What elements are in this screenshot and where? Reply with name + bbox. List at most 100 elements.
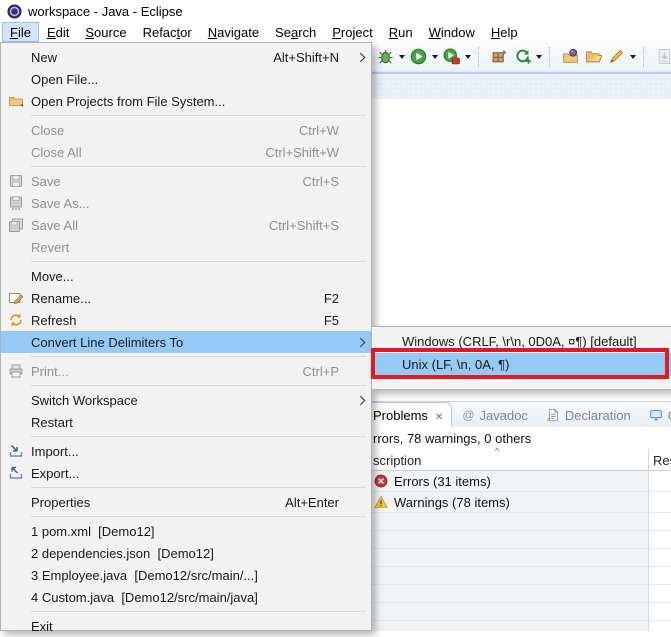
menubar-item-help[interactable]: Help [483,22,526,42]
toolbar-separator [478,47,482,67]
run-button[interactable] [407,45,429,68]
menu-item-label: Exit [31,619,353,634]
menu-item-print: Print...Ctrl+P [1,360,371,382]
open-type-button[interactable] [559,45,581,68]
save-all-icon [1,217,31,233]
menu-item-label: Close [31,123,299,138]
refresh-icon [1,312,31,328]
menu-item-1-pom-xml-demo12[interactable]: 1 pom.xml [Demo12] [1,520,371,542]
menu-item-label: 4 Custom.java [Demo12/src/main/java] [31,590,353,605]
menubar-item-refactor[interactable]: Refactor [135,22,200,42]
folder-icon [1,93,31,109]
table-row-errors[interactable]: Errors (31 items) [362,471,671,492]
menu-separator [1,513,371,520]
menu-item-save-as: Save As... [1,192,371,214]
chevron-down-icon[interactable] [463,45,472,68]
menubar-item-window[interactable]: Window [421,22,483,42]
column-header-description[interactable]: scription [373,453,421,468]
menu-item-4-custom-java-demo12-src-main-java[interactable]: 4 Custom.java [Demo12/src/main/java] [1,586,371,608]
print-icon [8,363,24,379]
tab-label: Javadoc [480,408,528,423]
menu-item-label: 1 pom.xml [Demo12] [31,524,353,539]
menubar-item-file[interactable]: File [2,22,39,42]
tab-declaration[interactable]: Declaration [538,403,639,427]
menu-item-3-employee-java-demo12-src-main[interactable]: 3 Employee.java [Demo12/src/main/...] [1,564,371,586]
menu-item-refresh[interactable]: RefreshF5 [1,309,371,331]
warning-icon [374,495,388,509]
tab-console[interactable]: Console [641,403,671,427]
run-last-button[interactable] [440,45,462,68]
chevron-down-icon[interactable] [397,45,406,68]
submenu-item-windows-crlf[interactable]: Windows (CRLF, \r\n, 0D0A, ¤¶) [default] [372,330,671,353]
menu-item-properties[interactable]: PropertiesAlt+Enter [1,491,371,513]
close-icon[interactable]: ✕ [433,408,443,423]
save-all-tool-button [653,45,671,68]
menu-item-shortcut: F5 [324,313,353,328]
table-row-empty [362,513,671,531]
menu-item-move[interactable]: Move... [1,265,371,287]
chevron-down-icon[interactable] [430,45,439,68]
menu-item-2-dependencies-json-demo12[interactable]: 2 dependencies.json [Demo12] [1,542,371,564]
menu-item-shortcut: Alt+Enter [285,495,353,510]
row-label: Warnings (78 items) [394,495,510,510]
chevron-down-icon[interactable] [628,45,637,68]
menu-item-export[interactable]: Export... [1,462,371,484]
menu-item-label: Save As... [31,196,353,211]
menubar-item-source[interactable]: Source [77,22,134,42]
column-header-resource[interactable]: Res [653,453,671,468]
menu-separator [1,608,371,615]
menu-item-restart[interactable]: Restart [1,411,371,433]
marker-button[interactable] [605,45,627,68]
convert-line-delimiters-submenu: Windows (CRLF, \r\n, 0D0A, ¤¶) [default]… [371,326,671,390]
menubar-item-search[interactable]: Search [267,22,324,42]
menu-item-save-all: Save AllCtrl+Shift+S [1,214,371,236]
menubar-item-edit[interactable]: Edit [39,22,77,42]
menu-item-shortcut: Alt+Shift+N [273,50,353,65]
menu-item-label: Revert [31,240,353,255]
tab-javadoc[interactable]: @Javadoc [454,403,536,427]
run-last-icon [443,48,460,65]
menu-separator [1,433,371,440]
menu-item-shortcut: Ctrl+Shift+S [269,218,353,233]
menu-item-rename[interactable]: Rename...F2 [1,287,371,309]
menubar-item-run[interactable]: Run [381,22,421,42]
export-icon [1,465,31,481]
menu-item-label: Save [31,174,303,189]
menu-item-open-projects-from-file-system[interactable]: Open Projects from File System... [1,90,371,112]
menu-item-open-file[interactable]: Open File... [1,68,371,90]
open-type-icon [562,48,579,65]
menu-item-switch-workspace[interactable]: Switch Workspace [1,389,371,411]
save-icon [1,173,31,189]
menu-item-revert: Revert [1,236,371,258]
menubar-item-navigate[interactable]: Navigate [200,22,267,42]
open-resource-button[interactable] [582,45,604,68]
menu-item-label: Print... [31,364,303,379]
menu-item-label: Move... [31,269,353,284]
menu-item-exit[interactable]: Exit [1,615,371,637]
debug-button[interactable] [374,45,396,68]
menu-item-import[interactable]: Import... [1,440,371,462]
marker-icon [608,48,625,65]
open-resource-icon [585,48,602,65]
declaration-icon [546,408,560,422]
table-row-warnings[interactable]: Warnings (78 items) [362,492,671,513]
menu-item-label: Restart [31,415,353,430]
tab-problems[interactable]: Problems✕ [364,402,452,427]
sort-ascending-icon: ^ [495,446,499,456]
submenu-item-unix-lf[interactable]: Unix (LF, \n, 0A, ¶) [372,353,671,376]
save-all-tool-icon [656,48,671,65]
menubar-item-project[interactable]: Project [324,22,380,42]
row-label: Errors (31 items) [394,474,491,489]
menu-item-new[interactable]: NewAlt+Shift+N [1,46,371,68]
submenu-arrow-icon [353,395,371,406]
eclipse-logo-icon [7,4,22,19]
menu-item-label: Switch Workspace [31,393,353,408]
menu-item-label: Convert Line Delimiters To [31,335,353,350]
menu-item-shortcut: Ctrl+P [303,364,353,379]
column-divider [648,449,649,631]
chevron-down-icon[interactable] [534,45,543,68]
menu-item-convert-line-delimiters-to[interactable]: Convert Line Delimiters To [1,331,371,353]
update-project-button[interactable] [511,45,533,68]
new-wizard-button[interactable] [488,45,510,68]
menu-item-label: Refresh [31,313,324,328]
